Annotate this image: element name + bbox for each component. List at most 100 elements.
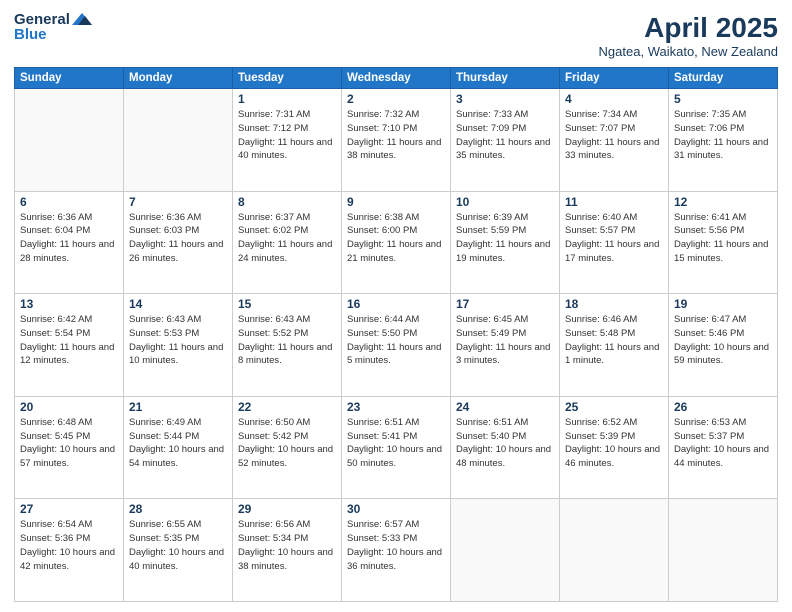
header-row: SundayMondayTuesdayWednesdayThursdayFrid… bbox=[15, 68, 778, 89]
day-cell: 1 Sunrise: 7:31 AM Sunset: 7:12 PM Daylig… bbox=[233, 89, 342, 192]
day-number: 27 bbox=[20, 502, 118, 516]
day-cell: 17 Sunrise: 6:45 AM Sunset: 5:49 PM Dayli… bbox=[451, 294, 560, 397]
day-number: 26 bbox=[674, 400, 772, 414]
col-header-saturday: Saturday bbox=[669, 68, 778, 89]
day-detail: Sunrise: 7:32 AM Sunset: 7:10 PM Dayligh… bbox=[347, 108, 445, 163]
day-number: 2 bbox=[347, 92, 445, 106]
day-detail: Sunrise: 6:53 AM Sunset: 5:37 PM Dayligh… bbox=[674, 416, 772, 471]
calendar-header: SundayMondayTuesdayWednesdayThursdayFrid… bbox=[15, 68, 778, 89]
day-detail: Sunrise: 6:36 AM Sunset: 6:03 PM Dayligh… bbox=[129, 211, 227, 266]
day-detail: Sunrise: 6:55 AM Sunset: 5:35 PM Dayligh… bbox=[129, 518, 227, 573]
day-number: 12 bbox=[674, 195, 772, 209]
day-number: 5 bbox=[674, 92, 772, 106]
day-cell: 25Sunrise: 6:52 AM Sunset: 5:39 PM Dayli… bbox=[560, 396, 669, 499]
logo: General Blue bbox=[14, 12, 92, 43]
day-detail: Sunrise: 6:45 AM Sunset: 5:49 PM Dayligh… bbox=[456, 313, 554, 368]
calendar-title: April 2025 bbox=[599, 12, 778, 44]
day-cell: 26 Sunrise: 6:53 AM Sunset: 5:37 PM Dayli… bbox=[669, 396, 778, 499]
week-row-4: 27 Sunrise: 6:54 AM Sunset: 5:36 PM Dayli… bbox=[15, 499, 778, 602]
day-cell: 8 Sunrise: 6:37 AM Sunset: 6:02 PM Daylig… bbox=[233, 191, 342, 294]
day-number: 9 bbox=[347, 195, 445, 209]
week-row-2: 13 Sunrise: 6:42 AM Sunset: 5:54 PM Dayli… bbox=[15, 294, 778, 397]
day-cell: 11 Sunrise: 6:40 AM Sunset: 5:57 PM Dayli… bbox=[560, 191, 669, 294]
day-detail: Sunrise: 7:35 AM Sunset: 7:06 PM Dayligh… bbox=[674, 108, 772, 163]
week-row-1: 6Sunrise: 6:36 AM Sunset: 6:04 PM Daylig… bbox=[15, 191, 778, 294]
day-cell: 18 Sunrise: 6:46 AM Sunset: 5:48 PM Dayli… bbox=[560, 294, 669, 397]
day-cell: 13 Sunrise: 6:42 AM Sunset: 5:54 PM Dayli… bbox=[15, 294, 124, 397]
day-cell: 15 Sunrise: 6:43 AM Sunset: 5:52 PM Dayli… bbox=[233, 294, 342, 397]
day-detail: Sunrise: 6:37 AM Sunset: 6:02 PM Dayligh… bbox=[238, 211, 336, 266]
day-detail: Sunrise: 6:46 AM Sunset: 5:48 PM Dayligh… bbox=[565, 313, 663, 368]
day-cell: 20 Sunrise: 6:48 AM Sunset: 5:45 PM Dayli… bbox=[15, 396, 124, 499]
day-number: 8 bbox=[238, 195, 336, 209]
page: General Blue April 2025 Ngatea, Waikato,… bbox=[0, 0, 792, 612]
day-number: 17 bbox=[456, 297, 554, 311]
day-number: 19 bbox=[674, 297, 772, 311]
day-cell: 12 Sunrise: 6:41 AM Sunset: 5:56 PM Dayli… bbox=[669, 191, 778, 294]
day-number: 23 bbox=[347, 400, 445, 414]
day-cell: 9 Sunrise: 6:38 AM Sunset: 6:00 PM Daylig… bbox=[342, 191, 451, 294]
day-cell: 14 Sunrise: 6:43 AM Sunset: 5:53 PM Dayli… bbox=[124, 294, 233, 397]
day-number: 14 bbox=[129, 297, 227, 311]
day-cell bbox=[560, 499, 669, 602]
day-cell: 16 Sunrise: 6:44 AM Sunset: 5:50 PM Dayli… bbox=[342, 294, 451, 397]
day-cell: 22Sunrise: 6:50 AM Sunset: 5:42 PM Dayli… bbox=[233, 396, 342, 499]
day-detail: Sunrise: 6:51 AM Sunset: 5:40 PM Dayligh… bbox=[456, 416, 554, 471]
day-number: 20 bbox=[20, 400, 118, 414]
day-cell: 29 Sunrise: 6:56 AM Sunset: 5:34 PM Dayli… bbox=[233, 499, 342, 602]
week-row-0: 1 Sunrise: 7:31 AM Sunset: 7:12 PM Daylig… bbox=[15, 89, 778, 192]
col-header-sunday: Sunday bbox=[15, 68, 124, 89]
day-number: 21 bbox=[129, 400, 227, 414]
day-detail: Sunrise: 6:54 AM Sunset: 5:36 PM Dayligh… bbox=[20, 518, 118, 573]
day-number: 30 bbox=[347, 502, 445, 516]
day-number: 4 bbox=[565, 92, 663, 106]
day-number: 1 bbox=[238, 92, 336, 106]
day-number: 7 bbox=[129, 195, 227, 209]
day-cell: 4 Sunrise: 7:34 AM Sunset: 7:07 PM Daylig… bbox=[560, 89, 669, 192]
day-number: 10 bbox=[456, 195, 554, 209]
day-number: 16 bbox=[347, 297, 445, 311]
day-detail: Sunrise: 6:56 AM Sunset: 5:34 PM Dayligh… bbox=[238, 518, 336, 573]
logo-icon bbox=[72, 11, 92, 27]
day-detail: Sunrise: 6:42 AM Sunset: 5:54 PM Dayligh… bbox=[20, 313, 118, 368]
day-cell: 27 Sunrise: 6:54 AM Sunset: 5:36 PM Dayli… bbox=[15, 499, 124, 602]
day-cell: 10 Sunrise: 6:39 AM Sunset: 5:59 PM Dayli… bbox=[451, 191, 560, 294]
col-header-wednesday: Wednesday bbox=[342, 68, 451, 89]
col-header-tuesday: Tuesday bbox=[233, 68, 342, 89]
col-header-monday: Monday bbox=[124, 68, 233, 89]
day-number: 24 bbox=[456, 400, 554, 414]
day-number: 29 bbox=[238, 502, 336, 516]
day-detail: Sunrise: 6:43 AM Sunset: 5:52 PM Dayligh… bbox=[238, 313, 336, 368]
day-detail: Sunrise: 6:49 AM Sunset: 5:44 PM Dayligh… bbox=[129, 416, 227, 471]
day-number: 18 bbox=[565, 297, 663, 311]
day-number: 13 bbox=[20, 297, 118, 311]
day-detail: Sunrise: 6:57 AM Sunset: 5:33 PM Dayligh… bbox=[347, 518, 445, 573]
day-cell: 5 Sunrise: 7:35 AM Sunset: 7:06 PM Daylig… bbox=[669, 89, 778, 192]
day-detail: Sunrise: 6:39 AM Sunset: 5:59 PM Dayligh… bbox=[456, 211, 554, 266]
day-detail: Sunrise: 6:41 AM Sunset: 5:56 PM Dayligh… bbox=[674, 211, 772, 266]
day-cell: 3 Sunrise: 7:33 AM Sunset: 7:09 PM Daylig… bbox=[451, 89, 560, 192]
day-detail: Sunrise: 6:48 AM Sunset: 5:45 PM Dayligh… bbox=[20, 416, 118, 471]
day-number: 11 bbox=[565, 195, 663, 209]
col-header-thursday: Thursday bbox=[451, 68, 560, 89]
calendar-location: Ngatea, Waikato, New Zealand bbox=[599, 44, 778, 59]
day-detail: Sunrise: 6:47 AM Sunset: 5:46 PM Dayligh… bbox=[674, 313, 772, 368]
day-detail: Sunrise: 6:38 AM Sunset: 6:00 PM Dayligh… bbox=[347, 211, 445, 266]
day-cell: 6Sunrise: 6:36 AM Sunset: 6:04 PM Daylig… bbox=[15, 191, 124, 294]
day-detail: Sunrise: 6:36 AM Sunset: 6:04 PM Dayligh… bbox=[20, 211, 118, 266]
day-detail: Sunrise: 6:43 AM Sunset: 5:53 PM Dayligh… bbox=[129, 313, 227, 368]
day-detail: Sunrise: 6:52 AM Sunset: 5:39 PM Dayligh… bbox=[565, 416, 663, 471]
day-detail: Sunrise: 7:33 AM Sunset: 7:09 PM Dayligh… bbox=[456, 108, 554, 163]
day-detail: Sunrise: 7:31 AM Sunset: 7:12 PM Dayligh… bbox=[238, 108, 336, 163]
day-cell bbox=[669, 499, 778, 602]
day-detail: Sunrise: 6:40 AM Sunset: 5:57 PM Dayligh… bbox=[565, 211, 663, 266]
day-number: 15 bbox=[238, 297, 336, 311]
day-cell: 21 Sunrise: 6:49 AM Sunset: 5:44 PM Dayli… bbox=[124, 396, 233, 499]
day-cell bbox=[15, 89, 124, 192]
calendar-body: 1 Sunrise: 7:31 AM Sunset: 7:12 PM Daylig… bbox=[15, 89, 778, 602]
logo-blue-text: Blue bbox=[14, 27, 92, 44]
day-detail: Sunrise: 7:34 AM Sunset: 7:07 PM Dayligh… bbox=[565, 108, 663, 163]
day-number: 3 bbox=[456, 92, 554, 106]
day-detail: Sunrise: 6:44 AM Sunset: 5:50 PM Dayligh… bbox=[347, 313, 445, 368]
day-cell bbox=[124, 89, 233, 192]
